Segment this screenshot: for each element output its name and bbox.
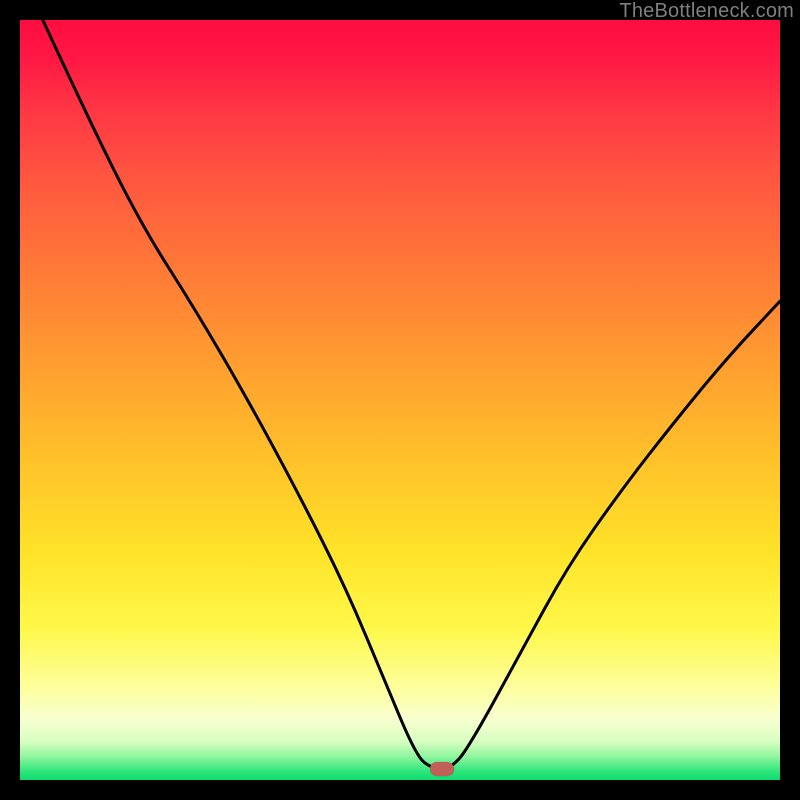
attribution-label: TheBottleneck.com bbox=[619, 0, 794, 23]
bottleneck-curve bbox=[20, 20, 780, 780]
gradient-plot-area bbox=[20, 20, 780, 780]
optimal-point-marker bbox=[430, 762, 454, 776]
chart-frame: TheBottleneck.com bbox=[0, 0, 800, 800]
